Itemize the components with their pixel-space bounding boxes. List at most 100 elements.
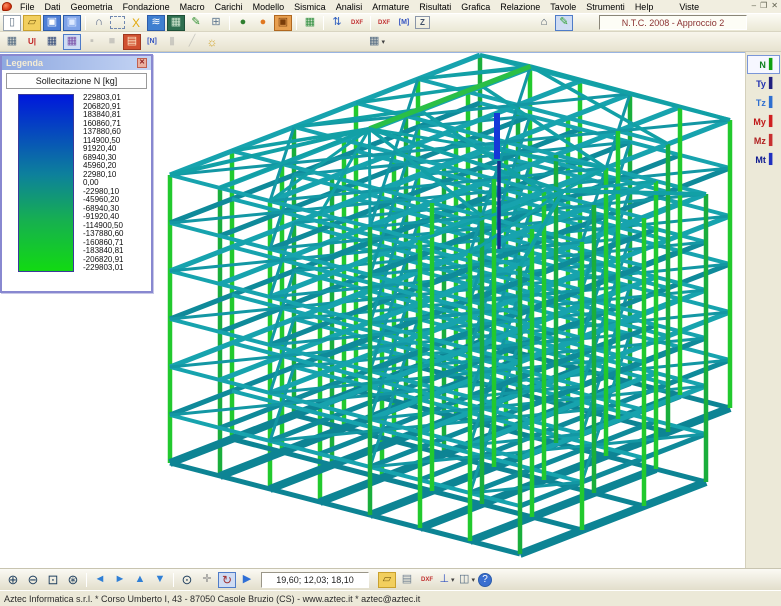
frame-results-icon[interactable]: ▦: [63, 34, 81, 50]
help-icon[interactable]: ?: [478, 573, 492, 587]
render-light-icon[interactable]: ☼: [203, 34, 221, 50]
frame-view-icon-glyph: ⌂: [541, 17, 548, 28]
zoom-window-icon[interactable]: ⊡: [44, 572, 62, 588]
hourglass-icon-glyph: X: [132, 17, 140, 29]
menu-item-geometria[interactable]: Geometria: [66, 2, 118, 12]
zoom-in-icon[interactable]: ⊕: [4, 572, 22, 588]
menu-item-modello[interactable]: Modello: [248, 2, 290, 12]
menu-item-help[interactable]: Help: [630, 2, 659, 12]
zoom-in-icon-glyph: ⊕: [8, 573, 19, 586]
minimize-button[interactable]: –: [752, 1, 756, 11]
frame-numbering-icon[interactable]: ▦: [43, 34, 61, 50]
legend-panel: Legenda ✕ Sollecitazione N [kg] 229803,0…: [0, 54, 153, 293]
menu-item-sismica[interactable]: Sismica: [289, 2, 331, 12]
pan-right-icon[interactable]: ►: [111, 572, 129, 588]
deck-slab-icon[interactable]: ≋: [147, 15, 165, 31]
result-button-n[interactable]: N▌: [747, 55, 780, 74]
menu-item-armature[interactable]: Armature: [367, 2, 414, 12]
menu-item-grafica[interactable]: Grafica: [456, 2, 495, 12]
dxf-export-icon[interactable]: DXF: [375, 15, 393, 31]
hourglass-icon[interactable]: X: [127, 15, 145, 31]
zoom-out-icon[interactable]: ⊖: [24, 572, 42, 588]
menu-item-carichi[interactable]: Carichi: [210, 2, 248, 12]
zoom-extents-icon[interactable]: ⊛: [64, 572, 82, 588]
orange-node-icon[interactable]: ●: [254, 15, 272, 31]
copy-icon[interactable]: ▣: [63, 15, 81, 31]
result-button-my[interactable]: My▌: [747, 112, 780, 131]
menu-item-relazione[interactable]: Relazione: [495, 2, 545, 12]
zoom-dynamic-icon[interactable]: ⊙: [178, 572, 196, 588]
deformed-color-icon[interactable]: ▤: [123, 34, 141, 50]
menu-item-viste[interactable]: Viste: [674, 2, 704, 12]
import-export-icon[interactable]: ⇅: [328, 15, 346, 31]
dropdown-caret-icon[interactable]: ▾: [381, 38, 385, 46]
dropdown-caret-icon[interactable]: ▾: [471, 576, 475, 584]
view-cube-icon[interactable]: ◫▾: [458, 572, 476, 588]
diagram-n-icon[interactable]: [N]: [143, 34, 161, 50]
restore-button[interactable]: ❐: [760, 1, 767, 11]
diagram-m-icon[interactable]: [M]: [395, 15, 413, 31]
menu-item-tavole[interactable]: Tavole: [545, 2, 581, 12]
wall-panel-icon[interactable]: ▦: [167, 15, 185, 31]
close-button[interactable]: ✕: [771, 1, 778, 11]
menu-item-dati[interactable]: Dati: [40, 2, 66, 12]
mode-shape-icon: ▮: [163, 34, 181, 50]
open-file-icon[interactable]: ▱: [23, 15, 41, 31]
frame-view-icon[interactable]: ⌂: [535, 15, 553, 31]
legend-values: 229803,01206820,91183840,81160860,711378…: [83, 94, 123, 273]
result-button-mz[interactable]: Mz▌: [747, 131, 780, 150]
pencil-draw-icon[interactable]: ✎: [187, 15, 205, 31]
toolbar-main: ▯▱▣▣∩X≋▦✎⊞●●▣▦⇅DXFDXF[M]Z⌂✎N.T.C. 2008 -…: [0, 13, 781, 32]
result-button-ty[interactable]: Ty▌: [747, 74, 780, 93]
menu-item-risultati[interactable]: Risultati: [414, 2, 456, 12]
play-animation-icon[interactable]: ▶: [238, 572, 256, 588]
menu-item-analisi[interactable]: Analisi: [331, 2, 368, 12]
pan-up-icon[interactable]: ▲: [131, 572, 149, 588]
result-button-tz[interactable]: Tz▌: [747, 93, 780, 112]
green-plate-icon[interactable]: ●: [234, 15, 252, 31]
result-button-mt[interactable]: Mt▌: [747, 150, 780, 169]
dropdown-caret-icon[interactable]: ▾: [451, 576, 455, 584]
rotate-orbit-icon[interactable]: ↻: [218, 572, 236, 588]
zoom-dynamic-icon-glyph: ⊙: [182, 573, 193, 586]
coordinates-display[interactable]: 19,60; 12,03; 18,10: [261, 572, 369, 588]
frame-3d-icon[interactable]: ▦: [3, 34, 21, 50]
toolbar-view: ▦U|▦▦▪■▤[N]▮╱☼▦▾: [0, 32, 781, 52]
viewport[interactable]: Legenda ✕ Sollecitazione N [kg] 229803,0…: [0, 52, 745, 568]
displacements-icon[interactable]: U|: [23, 34, 41, 50]
legend-title-bar[interactable]: Legenda ✕: [2, 56, 151, 70]
mesh-grid-icon[interactable]: ⊞: [207, 15, 225, 31]
menu-item-file[interactable]: File: [15, 2, 40, 12]
open-results-icon[interactable]: ▱: [378, 572, 396, 588]
new-document-icon[interactable]: ▯: [3, 15, 21, 31]
axes-icon[interactable]: ⊥▾: [438, 572, 456, 588]
section-table-icon[interactable]: Z: [415, 16, 430, 29]
status-bar: Aztec Informatica s.r.l. * Corso Umberto…: [0, 590, 781, 606]
slab-grid-icon[interactable]: ▦: [301, 15, 319, 31]
legend-title: Legenda: [6, 58, 43, 68]
pan-right-icon-glyph: ►: [115, 574, 126, 585]
selection-icon[interactable]: [110, 16, 125, 29]
zoom-extents-icon-glyph: ⊛: [68, 573, 79, 586]
plinth-icon[interactable]: ▣: [274, 15, 292, 31]
save-icon-glyph: ▣: [47, 17, 57, 28]
report-icon[interactable]: ▤: [398, 572, 416, 588]
menu-item-fondazione[interactable]: Fondazione: [118, 2, 175, 12]
pan-hand-icon[interactable]: ✛: [198, 572, 216, 588]
menu-item-strumenti[interactable]: Strumenti: [581, 2, 630, 12]
result-button-label: Tz: [756, 98, 766, 108]
menu-item-macro[interactable]: Macro: [175, 2, 210, 12]
toolbar-separator: [173, 573, 174, 587]
ntc-approach-label: N.T.C. 2008 - Approccio 2: [599, 15, 747, 30]
pan-left-icon[interactable]: ◄: [91, 572, 109, 588]
pan-down-icon[interactable]: ▼: [151, 572, 169, 588]
report-icon-glyph: ▤: [402, 574, 412, 585]
dxf-import-icon[interactable]: DXF: [348, 15, 366, 31]
save-icon[interactable]: ▣: [43, 15, 61, 31]
views-dropdown-icon[interactable]: ▦▾: [368, 34, 386, 50]
legend-close-icon[interactable]: ✕: [137, 58, 147, 68]
dxf-save-icon[interactable]: DXF: [418, 572, 436, 588]
diagram-shape-icon: ▌: [769, 79, 776, 89]
render-colors-icon[interactable]: ✎: [555, 15, 573, 31]
norm-codes-icon[interactable]: ∩: [90, 15, 108, 31]
